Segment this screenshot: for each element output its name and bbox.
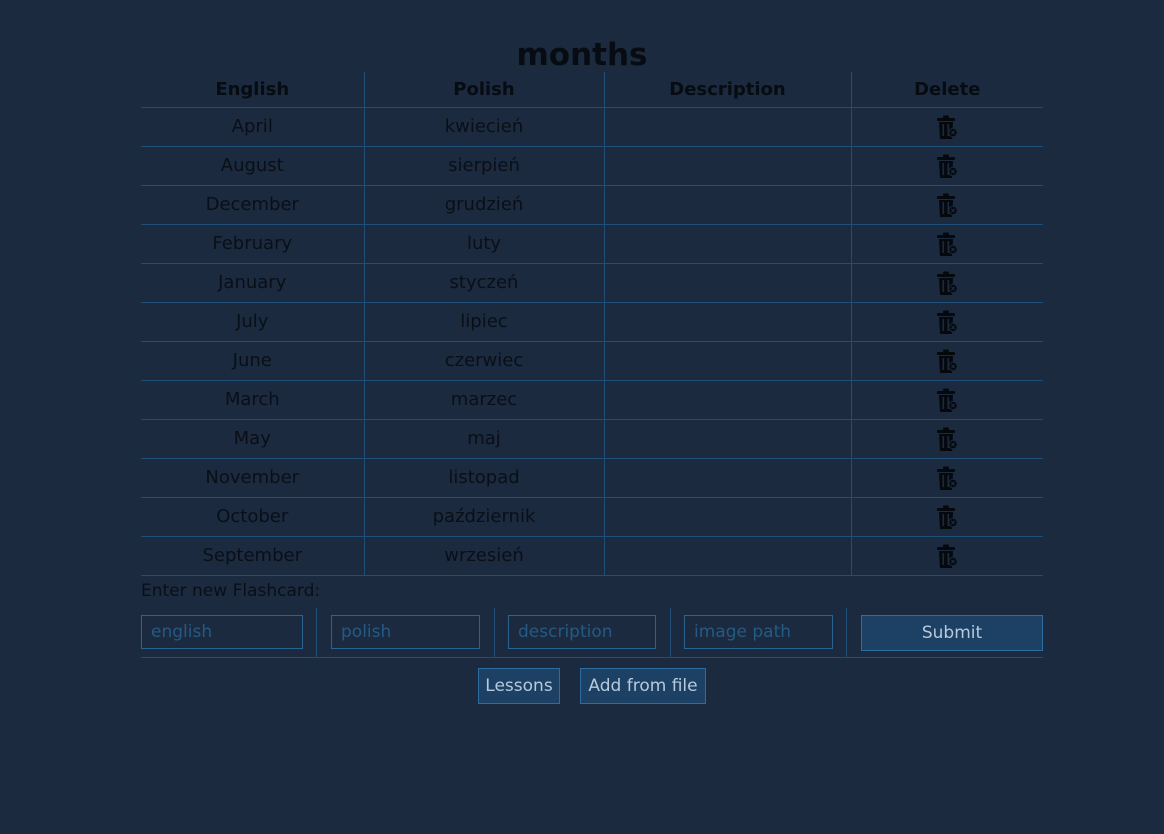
polish-cell: listopad (363, 458, 604, 498)
polish-cell: lipiec (363, 302, 604, 342)
description-cell (603, 302, 851, 342)
polish-cell: październik (363, 497, 604, 537)
delete-cell (850, 380, 1043, 420)
english-cell: May (141, 419, 364, 459)
delete-cell (850, 419, 1043, 459)
english-cell: September (141, 536, 364, 576)
column-header-description: Description (603, 72, 851, 108)
trash-icon[interactable] (936, 154, 958, 179)
description-cell (603, 263, 851, 303)
english-cell: December (141, 185, 364, 225)
trash-icon[interactable] (936, 271, 958, 296)
english-input[interactable] (141, 615, 303, 649)
delete-cell (850, 224, 1043, 264)
trash-icon[interactable] (936, 310, 958, 335)
trash-icon[interactable] (936, 466, 958, 491)
table-row: October październik (141, 497, 1043, 537)
delete-cell (850, 107, 1043, 147)
description-cell (603, 146, 851, 186)
description-cell (603, 380, 851, 420)
flashcards-table: English Polish Description Delete April k… (141, 72, 1043, 576)
column-header-polish: Polish (363, 72, 604, 108)
english-cell: June (141, 341, 364, 381)
trash-icon[interactable] (936, 193, 958, 218)
description-cell (603, 458, 851, 498)
trash-icon[interactable] (936, 544, 958, 569)
description-cell (603, 536, 851, 576)
polish-cell: styczeń (363, 263, 604, 303)
table-row: April kwiecień (141, 107, 1043, 147)
table-row: June czerwiec (141, 341, 1043, 381)
polish-cell: czerwiec (363, 341, 604, 381)
english-cell: November (141, 458, 364, 498)
delete-cell (850, 458, 1043, 498)
english-cell: July (141, 302, 364, 342)
table-row: December grudzień (141, 185, 1043, 225)
delete-cell (850, 536, 1043, 576)
english-cell: April (141, 107, 364, 147)
form-divider (494, 608, 495, 657)
description-cell (603, 341, 851, 381)
trash-icon[interactable] (936, 505, 958, 530)
form-divider (846, 608, 847, 657)
delete-cell (850, 185, 1043, 225)
trash-icon[interactable] (936, 427, 958, 452)
submit-button[interactable]: Submit (861, 615, 1043, 651)
page-title: months (516, 37, 648, 73)
description-cell (603, 107, 851, 147)
polish-cell: grudzień (363, 185, 604, 225)
table-row: July lipiec (141, 302, 1043, 342)
add-from-file-button[interactable]: Add from file (580, 668, 706, 704)
trash-icon[interactable] (936, 115, 958, 140)
description-cell (603, 224, 851, 264)
trash-icon[interactable] (936, 349, 958, 374)
polish-cell: marzec (363, 380, 604, 420)
table-row: November listopad (141, 458, 1043, 498)
table-row: January styczeń (141, 263, 1043, 303)
polish-input[interactable] (331, 615, 480, 649)
page: months English Polish Description Delete… (0, 0, 1164, 834)
lessons-button[interactable]: Lessons (478, 668, 560, 704)
english-cell: January (141, 263, 364, 303)
polish-cell: maj (363, 419, 604, 459)
description-cell (603, 185, 851, 225)
trash-icon[interactable] (936, 232, 958, 257)
new-flashcard-form: Submit (141, 608, 1043, 658)
delete-cell (850, 263, 1043, 303)
delete-cell (850, 302, 1043, 342)
column-header-english: English (141, 72, 364, 108)
delete-cell (850, 497, 1043, 537)
polish-cell: kwiecień (363, 107, 604, 147)
description-input[interactable] (508, 615, 656, 649)
table-row: February luty (141, 224, 1043, 264)
delete-cell (850, 146, 1043, 186)
form-divider (316, 608, 317, 657)
english-cell: August (141, 146, 364, 186)
english-cell: October (141, 497, 364, 537)
table-row: March marzec (141, 380, 1043, 420)
description-cell (603, 419, 851, 459)
table-row: September wrzesień (141, 536, 1043, 576)
english-cell: March (141, 380, 364, 420)
form-divider (670, 608, 671, 657)
column-header-delete: Delete (850, 72, 1043, 108)
trash-icon[interactable] (936, 388, 958, 413)
table-row: May maj (141, 419, 1043, 459)
table-body: April kwiecień August sierpień December grudz… (141, 107, 1043, 576)
table-header-row: English Polish Description Delete (141, 72, 1043, 108)
description-cell (603, 497, 851, 537)
english-cell: February (141, 224, 364, 264)
image-path-input[interactable] (684, 615, 833, 649)
polish-cell: sierpień (363, 146, 604, 186)
table-row: August sierpień (141, 146, 1043, 186)
new-flashcard-label: Enter new Flashcard: (141, 581, 321, 601)
polish-cell: luty (363, 224, 604, 264)
polish-cell: wrzesień (363, 536, 604, 576)
delete-cell (850, 341, 1043, 381)
